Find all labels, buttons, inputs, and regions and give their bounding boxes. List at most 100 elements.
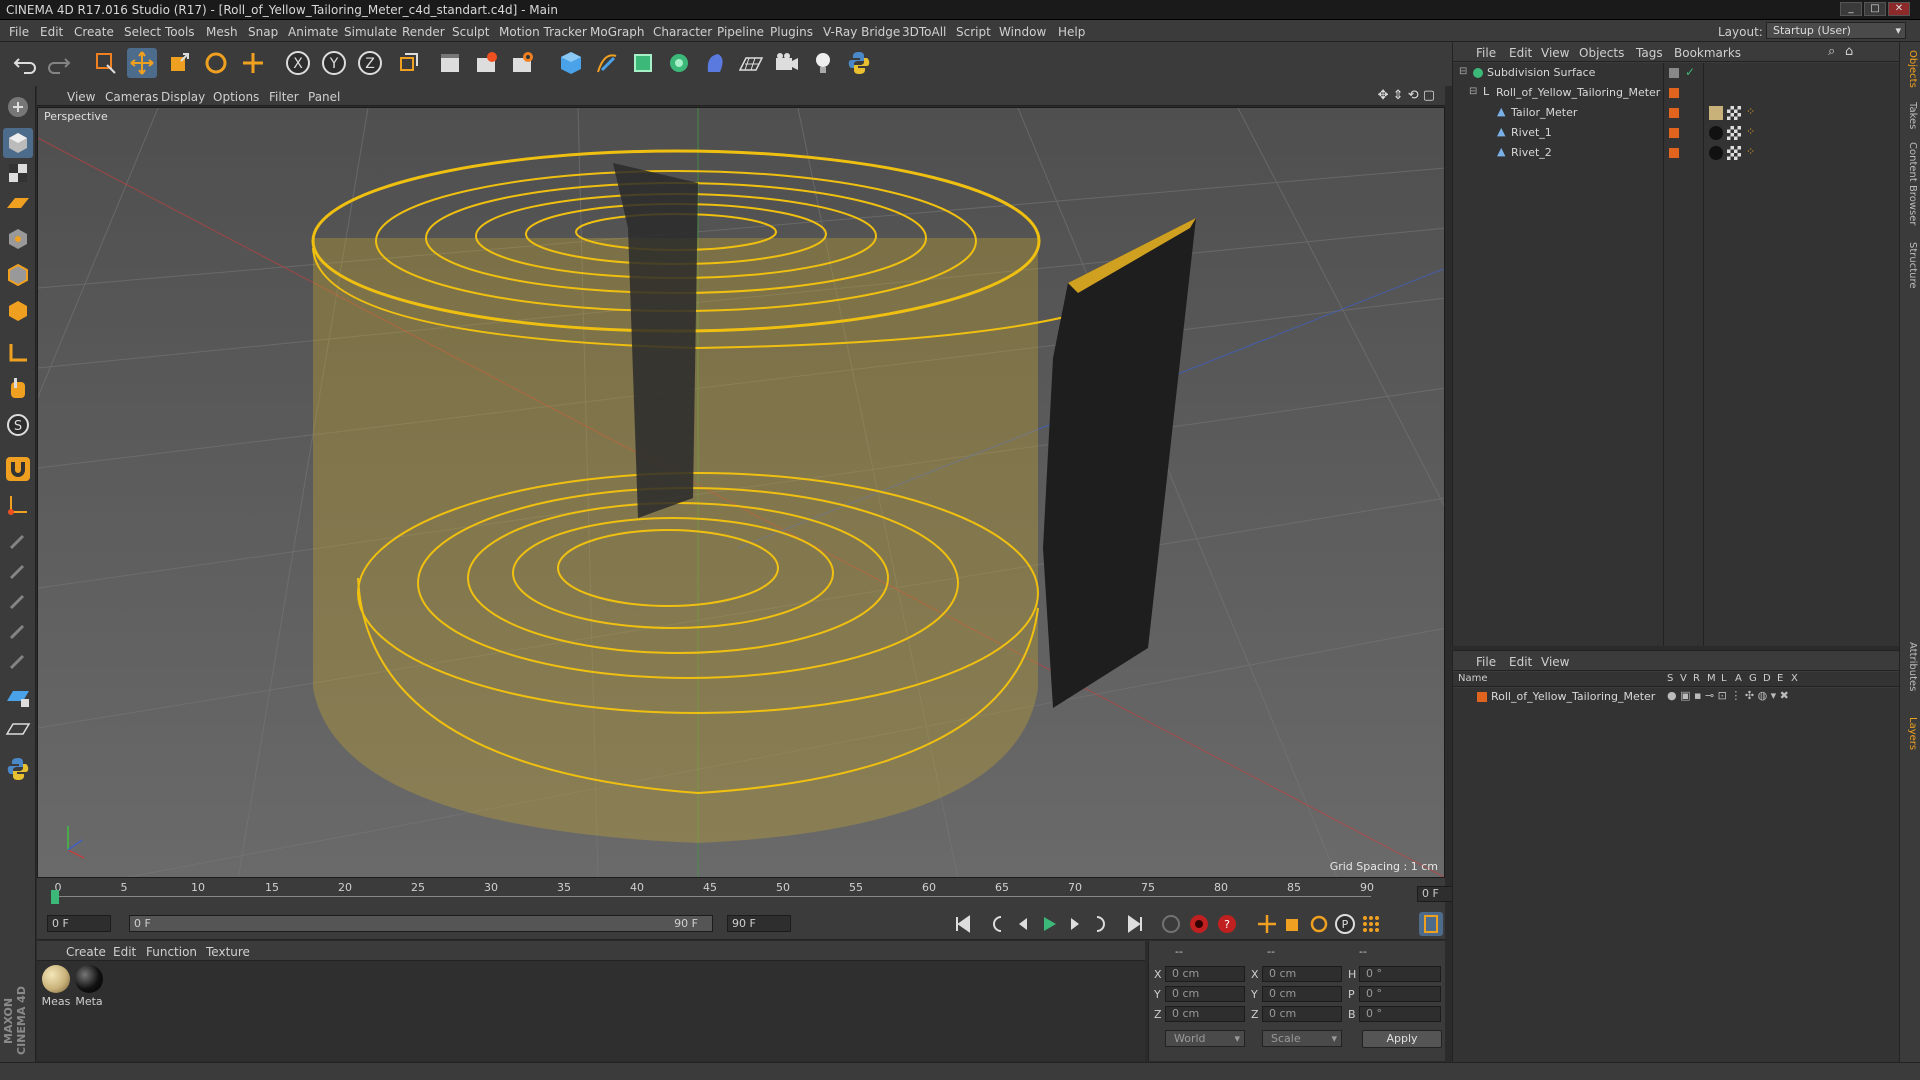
start-frame-field[interactable]: 0 F <box>47 915 111 932</box>
next-keyframe-button[interactable] <box>1089 912 1113 936</box>
menu-animate[interactable]: Animate <box>288 25 338 39</box>
viewport-menu-view[interactable]: View <box>67 90 95 104</box>
menu-edit[interactable]: Edit <box>40 25 63 39</box>
axis-mode-button[interactable] <box>3 338 33 368</box>
menu-character[interactable]: Character <box>653 25 712 39</box>
mograph-cloner-button[interactable] <box>664 48 694 78</box>
play-button[interactable] <box>1037 912 1061 936</box>
record-button[interactable] <box>1187 912 1211 936</box>
sculpt-tool-4[interactable] <box>3 616 33 646</box>
menu-pipeline[interactable]: Pipeline <box>717 25 764 39</box>
menu-motion-tracker[interactable]: Motion Tracker <box>499 25 587 39</box>
layer-color-icon[interactable] <box>1669 148 1679 158</box>
go-to-start-button[interactable] <box>951 912 975 936</box>
position-y-field[interactable]: 0 cm <box>1165 986 1245 1002</box>
soft-selection-button[interactable]: S <box>3 410 33 440</box>
menu-script[interactable]: Script <box>956 25 991 39</box>
position-x-field[interactable]: 0 cm <box>1165 966 1245 982</box>
menu-3dtoall[interactable]: 3DToAll <box>902 25 946 39</box>
y-axis-button[interactable]: Y <box>319 48 349 78</box>
next-frame-button[interactable] <box>1063 912 1087 936</box>
autokey-button[interactable]: ? <box>1215 912 1239 936</box>
layer-menu-edit[interactable]: Edit <box>1509 655 1532 669</box>
material-menu-function[interactable]: Function <box>146 945 197 959</box>
edges-mode-button[interactable] <box>3 260 33 290</box>
tweak-mode-button[interactable] <box>3 374 33 404</box>
key-rotation-button[interactable] <box>1307 912 1331 936</box>
sculpt-tool-2[interactable] <box>3 556 33 586</box>
python-button[interactable] <box>844 48 874 78</box>
layer-color-icon[interactable] <box>1669 108 1679 118</box>
python-script-button[interactable] <box>3 754 33 784</box>
menu-vray-bridge[interactable]: V-Ray Bridge <box>823 25 900 39</box>
home-icon[interactable]: ⌂ <box>1845 44 1853 59</box>
sculpt-tool-3[interactable] <box>3 586 33 616</box>
viewport-nav-icons[interactable]: ✥ ⇕ ⟲ ▢ <box>1378 88 1435 103</box>
material-menu-create[interactable]: Create <box>66 945 106 959</box>
layer-menu-view[interactable]: View <box>1541 655 1569 669</box>
make-editable-button[interactable] <box>3 92 33 122</box>
material-menu-edit[interactable]: Edit <box>113 945 136 959</box>
3d-viewport[interactable]: Perspective Grid Spacing : 1 cm <box>37 107 1445 878</box>
texture-mode-button[interactable] <box>3 158 33 188</box>
rotate-tool-button[interactable] <box>201 48 231 78</box>
position-z-field[interactable]: 0 cm <box>1165 1006 1245 1022</box>
live-selection-button[interactable] <box>90 48 120 78</box>
menu-file[interactable]: File <box>9 25 29 39</box>
layer-menu-file[interactable]: File <box>1476 655 1496 669</box>
viewport-menu-display[interactable]: Display <box>161 90 205 104</box>
tag-dots-icon[interactable]: ⁘ <box>1746 105 1755 118</box>
viewport-menu-panel[interactable]: Panel <box>308 90 340 104</box>
close-button[interactable]: ✕ <box>1888 2 1910 16</box>
timeline-window-button[interactable] <box>1419 912 1443 936</box>
size-x-field[interactable]: 0 cm <box>1262 966 1342 982</box>
grid-lock-button[interactable] <box>3 681 33 711</box>
maximize-button[interactable]: □ <box>1864 2 1886 16</box>
rotation-p-field[interactable]: 0 ° <box>1359 986 1441 1002</box>
x-axis-button[interactable]: X <box>283 48 313 78</box>
menu-mesh[interactable]: Mesh <box>206 25 238 39</box>
coordinate-system-button[interactable] <box>393 48 423 78</box>
coordinate-mode-select[interactable]: Scale ▾ <box>1262 1030 1342 1047</box>
pen-spline-button[interactable] <box>592 48 622 78</box>
undo-button[interactable] <box>10 48 40 78</box>
object-row[interactable]: ▲ Tailor_Meter ⁘ <box>1453 103 1900 123</box>
cube-button[interactable] <box>556 48 586 78</box>
floor-grid-button[interactable] <box>3 716 33 746</box>
viewport-menu-options[interactable]: Options <box>213 90 259 104</box>
prev-keyframe-button[interactable] <box>985 912 1009 936</box>
workplane-button[interactable] <box>3 188 33 218</box>
end-frame-field[interactable]: 90 F <box>727 915 791 932</box>
subdivision-button[interactable] <box>628 48 658 78</box>
key-position-button[interactable] <box>1255 912 1279 936</box>
prev-frame-button[interactable] <box>1011 912 1035 936</box>
object-row[interactable]: ▲ Rivet_2 ⁘ <box>1453 143 1900 163</box>
tab-content-browser[interactable]: Content Browser <box>1902 142 1918 225</box>
render-settings-button[interactable] <box>507 48 537 78</box>
magnet-button[interactable] <box>3 454 33 484</box>
material-menu-texture[interactable]: Texture <box>206 945 250 959</box>
texture-tag-icon[interactable] <box>1727 126 1741 140</box>
apply-button[interactable]: Apply <box>1362 1030 1442 1048</box>
object-menu-edit[interactable]: Edit <box>1509 46 1532 60</box>
tab-objects[interactable]: Objects <box>1902 50 1918 88</box>
tab-layers[interactable]: Layers <box>1902 717 1918 750</box>
viewport-menu-filter[interactable]: Filter <box>269 90 299 104</box>
coordinate-space-select[interactable]: World ▾ <box>1165 1030 1245 1047</box>
go-to-end-button[interactable] <box>1123 912 1147 936</box>
object-row[interactable]: ⊟ Subdivision Surface ✓ <box>1453 63 1900 83</box>
search-icon[interactable]: ⌕ <box>1828 44 1835 59</box>
menu-select[interactable]: Select <box>124 25 161 39</box>
tag-dots-icon[interactable]: ⁘ <box>1746 125 1755 138</box>
floor-button[interactable] <box>736 48 766 78</box>
menu-tools[interactable]: Tools <box>165 25 195 39</box>
key-pla-button[interactable] <box>1359 912 1383 936</box>
deformer-button[interactable] <box>700 48 730 78</box>
frame-range-slider[interactable]: 0 F 90 F <box>129 915 713 932</box>
menu-sculpt[interactable]: Sculpt <box>452 25 489 39</box>
material-tag-icon[interactable] <box>1709 106 1723 120</box>
model-mode-button[interactable] <box>3 128 33 158</box>
material-item[interactable]: Meta <box>74 965 104 1008</box>
tag-dots-icon[interactable]: ⁘ <box>1746 145 1755 158</box>
material-item[interactable]: Meas <box>41 965 71 1008</box>
